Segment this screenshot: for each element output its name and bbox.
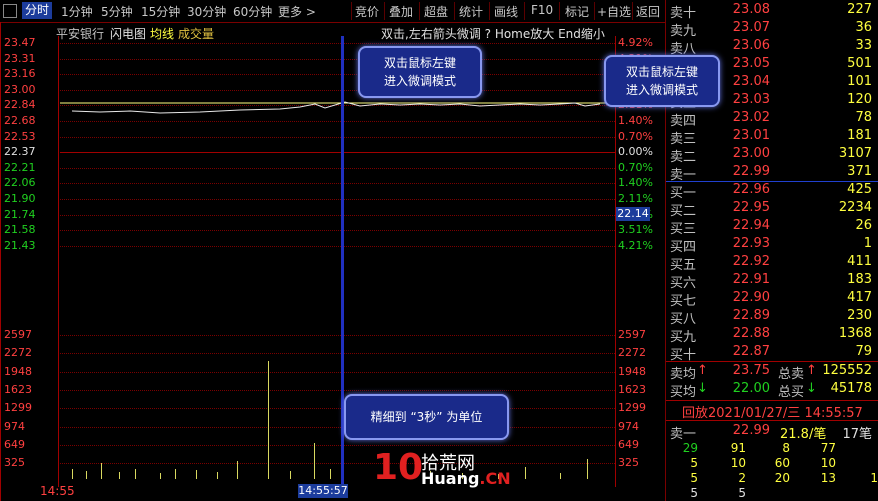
bid-row[interactable]: 买十 22.87 79 [670,344,876,363]
volume-bar [560,473,561,479]
queue-value: 91 [730,441,746,455]
bid-row[interactable]: 买六 22.91 183 [670,272,876,291]
avg-bid-row: 买均 ↓ 22.00 总买 ↓ 45178 [670,381,872,400]
volume-bar [290,471,291,479]
tool-stats[interactable]: 统计 [459,3,483,20]
volume-bar [196,470,197,479]
bid-row[interactable]: 买四 22.93 1 [670,236,876,255]
time-start: 14:55 [40,484,75,498]
intraday-chart[interactable]: 平安银行 闪电图 均线 成交量 双击,左右箭头微调 ? Home放大 End缩小… [0,22,665,501]
volume-bar [72,469,73,479]
level1-row: 卖一 22.99 21.8/笔 17笔 [670,423,872,442]
queue-value: 1 [870,471,878,485]
queue-value: 13 [820,471,836,485]
tab-more[interactable]: 更多 > [278,3,316,20]
volume-bar [119,472,120,479]
avg-ask-row: 卖均 ↑ 23.75 总卖 ↑ 125552 [670,363,872,382]
volume-bar [237,461,238,479]
bid-row[interactable]: 买二 22.95 2234 [670,200,876,219]
volume-bar [330,469,331,479]
queue-value: 60 [774,456,790,470]
volume-bar [160,473,161,479]
current-price-tag: 22.14 [616,207,650,221]
volume-bar [314,443,315,479]
queue-value: 5 [738,486,746,500]
queue-value: 20 [774,471,790,485]
tool-draw[interactable]: 画线 [494,3,518,20]
bid-row[interactable]: 买七 22.90 417 [670,290,876,309]
tool-f10[interactable]: F10 [531,3,553,17]
tool-back[interactable]: 返回 [636,3,660,20]
tab-5min[interactable]: 5分钟 [101,3,133,20]
tool-superdisk[interactable]: 超盘 [424,3,448,20]
queue-value: 5 [690,471,698,485]
tab-15min[interactable]: 15分钟 [141,3,180,20]
ask-row[interactable]: 卖九 23.07 36 [670,20,876,39]
bid-row[interactable]: 买九 22.88 1368 [670,326,876,345]
tooltip-3sec-unit: 精细到 “3秒” 为单位 [344,394,509,440]
ask-row[interactable]: 卖一 22.99 371 [670,164,876,183]
tool-add-watchlist[interactable]: +自选 [597,3,631,20]
cursor-time: 14:55:57 [298,484,348,498]
top-toolbar: 分时 1分钟 5分钟 15分钟 30分钟 60分钟 更多 > 竞价 叠加 超盘 … [0,0,665,23]
bid-row[interactable]: 买三 22.94 26 [670,218,876,237]
tab-60min[interactable]: 60分钟 [233,3,272,20]
volume-bar [86,471,87,479]
queue-value: 77 [820,441,836,455]
tooltip-double-click: 双击鼠标左键 进入微调模式 [358,46,482,98]
queue-value: 10 [820,456,836,470]
volume-bar [268,361,269,479]
queue-value: 2 [738,471,746,485]
queue-value: 10 [730,456,746,470]
volume-bar [135,469,136,479]
tab-30min[interactable]: 30分钟 [187,3,226,20]
layout-toggle-icon[interactable] [3,4,17,18]
bid-row[interactable]: 买五 22.92 411 [670,254,876,273]
ask-row[interactable]: 卖四 23.02 78 [670,110,876,129]
ask-row[interactable]: 卖三 23.01 181 [670,128,876,147]
tool-overlay[interactable]: 叠加 [389,3,413,20]
tooltip-double-click-2: 双击鼠标左键 进入微调模式 [604,55,720,107]
volume-bar [587,459,588,479]
price-line-svg [60,101,615,114]
volume-bar [101,463,102,479]
queue-value: 5 [690,486,698,500]
order-book-panel: 卖十23.08227卖九23.0736卖八23.0633卖七23.05501卖六… [604,0,878,501]
ask-row[interactable]: 卖八 23.06 33 [670,38,876,57]
volume-bar [217,472,218,479]
ask-row[interactable]: 卖十 23.08 227 [670,2,876,21]
queue-value: 29 [682,441,698,455]
tool-auction[interactable]: 竞价 [355,3,379,20]
replay-time: 回放2021/01/27/三 14:55:57 [682,406,863,421]
tool-mark[interactable]: 标记 [565,3,589,20]
queue-value: 8 [782,441,790,455]
watermark-logo: 10 拾荒网 Huang.CN [373,447,511,488]
volume-bar [525,467,526,479]
tab-intraday[interactable]: 分时 [22,2,53,19]
price-line [71,101,601,114]
bid-row[interactable]: 买八 22.89 230 [670,308,876,327]
ask-row[interactable]: 卖二 23.00 3107 [670,146,876,165]
volume-bar [175,469,176,479]
queue-value: 5 [690,456,698,470]
tab-1min[interactable]: 1分钟 [61,3,93,20]
bid-row[interactable]: 买一 22.96 425 [670,182,876,201]
